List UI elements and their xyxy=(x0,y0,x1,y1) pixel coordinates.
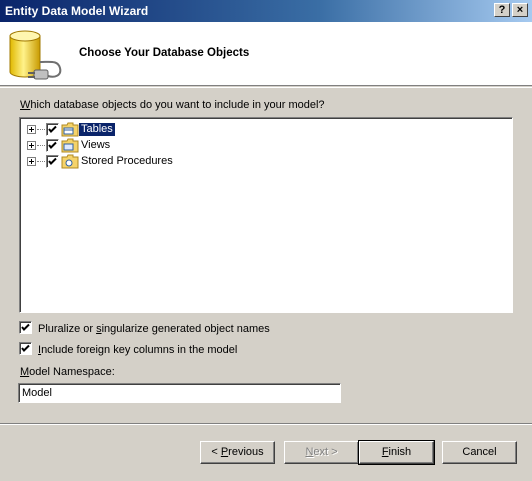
wizard-header: Choose Your Database Objects xyxy=(0,22,532,86)
page-heading: Choose Your Database Objects xyxy=(79,47,250,59)
cancel-button[interactable]: Cancel xyxy=(442,441,517,464)
checkmark-icon xyxy=(48,125,57,133)
database-connection-icon xyxy=(9,30,62,80)
footer-divider-highlight xyxy=(0,424,532,425)
checkmark-icon xyxy=(48,157,57,165)
tree-item-label[interactable]: Views xyxy=(79,139,112,152)
title-bar[interactable]: Entity Data Model Wizard ? × xyxy=(0,0,532,22)
checkmark-icon xyxy=(48,141,57,149)
tree-item-label[interactable]: Tables xyxy=(79,123,115,136)
views-folder-icon xyxy=(61,138,79,153)
expand-icon[interactable] xyxy=(27,141,36,150)
expand-icon[interactable] xyxy=(27,125,36,134)
close-button[interactable]: × xyxy=(512,3,528,17)
database-objects-tree[interactable]: Tables Views Stored Procedures xyxy=(19,117,513,313)
help-button[interactable]: ? xyxy=(494,3,510,17)
tree-item-label[interactable]: Stored Procedures xyxy=(79,155,175,168)
model-namespace-label: Model Namespace: xyxy=(20,366,115,378)
stored-procedures-checkbox[interactable] xyxy=(46,155,59,168)
pluralize-checkbox[interactable] xyxy=(19,321,32,334)
header-divider xyxy=(0,87,532,88)
objects-prompt: Which database objects do you want to in… xyxy=(20,99,325,111)
stored-procedures-folder-icon xyxy=(61,154,79,169)
tree-connector xyxy=(37,161,45,162)
foreign-keys-label[interactable]: Include foreign key columns in the model xyxy=(38,344,237,356)
views-checkbox[interactable] xyxy=(46,139,59,152)
expand-icon[interactable] xyxy=(27,157,36,166)
model-namespace-input[interactable] xyxy=(18,383,341,403)
tree-connector xyxy=(37,129,45,130)
tree-connector xyxy=(37,145,45,146)
tables-checkbox[interactable] xyxy=(46,123,59,136)
previous-button[interactable]: < Previous xyxy=(200,441,275,464)
tables-folder-icon xyxy=(61,122,79,137)
foreign-keys-checkbox[interactable] xyxy=(19,342,32,355)
next-button[interactable]: Next > xyxy=(284,441,359,464)
checkmark-icon xyxy=(21,323,30,331)
checkmark-icon xyxy=(21,344,30,352)
window-title: Entity Data Model Wizard xyxy=(5,4,149,18)
finish-button[interactable]: Finish xyxy=(358,440,435,465)
pluralize-label[interactable]: Pluralize or singularize generated objec… xyxy=(38,323,270,335)
